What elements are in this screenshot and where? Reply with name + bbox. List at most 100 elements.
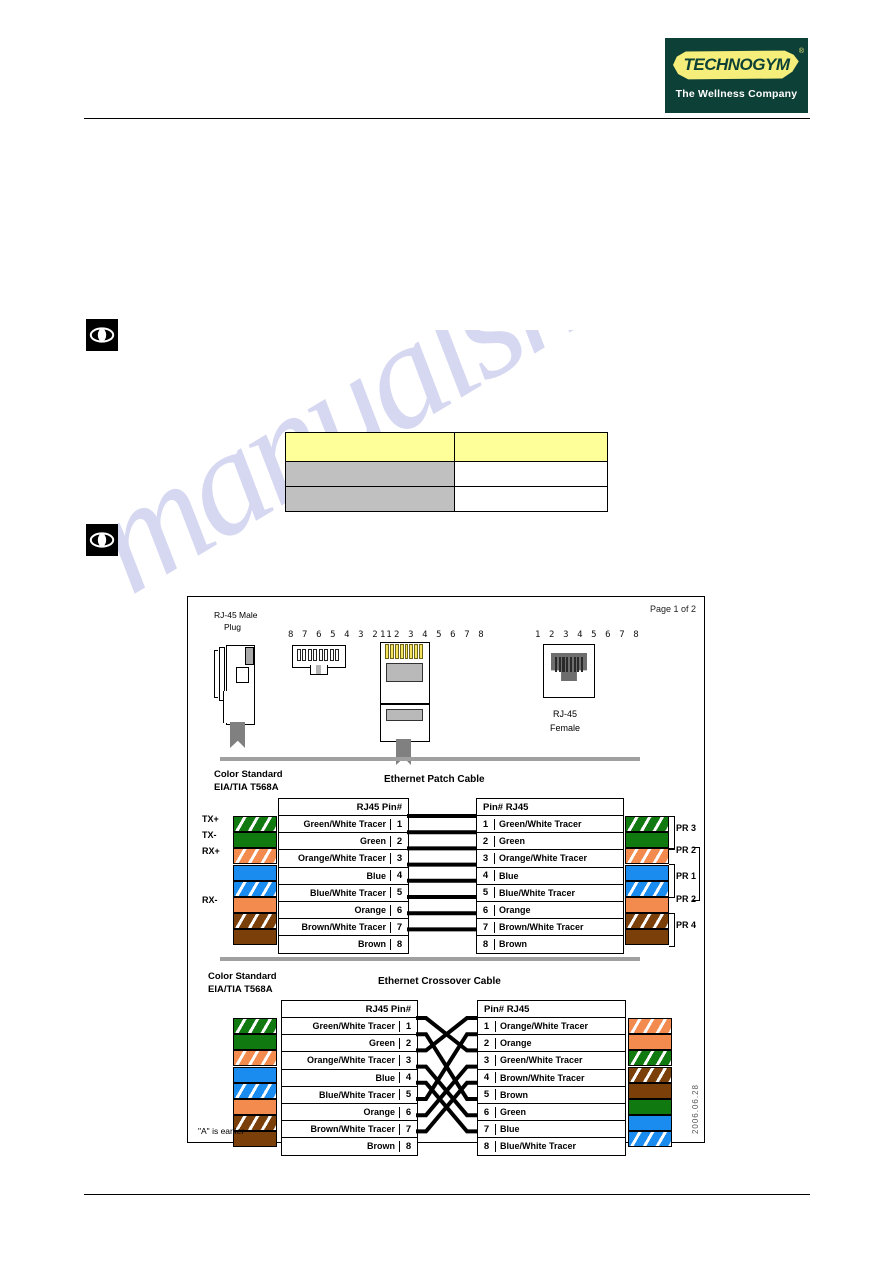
wire-pin-number: 5 <box>477 887 495 899</box>
table-header-cell <box>285 432 455 462</box>
wire-color-name: Brown/White Tracer <box>301 922 386 933</box>
wire-color-name: Blue/White Tracer <box>318 1089 395 1100</box>
wire-row: 5 Blue/White Tracer <box>477 885 623 902</box>
wire-row: 1 Orange/White Tracer <box>478 1018 625 1036</box>
wire-pin-number: 4 <box>399 1072 417 1084</box>
wire-pin-number: 2 <box>399 1037 417 1049</box>
pin-numbers-forward: 1 2 3 4 5 6 7 8 <box>380 630 486 640</box>
wire-color-name: Orange <box>500 1038 532 1049</box>
logo-wordmark: TECHNOGYM <box>673 50 799 80</box>
wire-color-swatch <box>628 1099 672 1115</box>
wire-row: 7 Blue <box>478 1121 625 1139</box>
wire-color-swatch <box>625 913 669 930</box>
wire-color-name: Orange <box>354 905 386 916</box>
wire-color-swatch <box>233 929 277 946</box>
wire-row: Blue/White Tracer 5 <box>279 885 408 902</box>
wire-color-swatch <box>625 848 669 865</box>
wire-color-name: Green <box>359 836 386 847</box>
wire-row: 4 Blue <box>477 868 623 885</box>
wire-color-swatch <box>233 913 277 930</box>
wire-color-swatch <box>625 864 669 881</box>
crossover-left-table: RJ45 Pin# Green/White Tracer 1 Green 2 Orang… <box>281 1000 418 1156</box>
table-header-cell <box>454 432 608 462</box>
wire-color-swatch <box>233 848 277 865</box>
wire-row: 2 Green <box>477 833 623 851</box>
wire-color-swatch <box>628 1131 672 1148</box>
wire-color-name: Blue/White Tracer <box>309 887 386 898</box>
wire-color-swatch <box>628 1050 672 1067</box>
pair-label: PR 4 <box>676 920 697 930</box>
wire-pin-number: 4 <box>477 870 495 882</box>
wire-color-name: Blue <box>375 1072 395 1083</box>
wire-pin-number: 5 <box>478 1089 496 1101</box>
wire-pin-number: 2 <box>477 835 495 847</box>
wire-row: 8 Blue/White Tracer <box>478 1138 625 1154</box>
wire-pin-number: 2 <box>478 1037 496 1049</box>
wire-color-swatch <box>625 929 669 946</box>
wire-color-name: Orange/White Tracer <box>499 853 588 864</box>
male-plug-label-2: Plug <box>224 622 242 632</box>
crossover-cable-title: Ethernet Crossover Cable <box>378 976 501 987</box>
table-label-cell <box>285 461 455 487</box>
wire-pin-number: 3 <box>399 1054 417 1066</box>
wire-color-name: Orange/White Tracer <box>297 853 386 864</box>
wire-row: Brown/White Tracer 7 <box>279 919 408 937</box>
wire-row: Orange 6 <box>279 902 408 920</box>
wire-color-name: Blue <box>500 1124 520 1135</box>
eye-icon <box>86 524 118 556</box>
patch-left-header-text: RJ45 Pin# <box>356 801 402 813</box>
wire-color-name: Blue/White Tracer <box>499 887 576 898</box>
crossover-wires <box>416 1016 477 1134</box>
wire-pin-number: 5 <box>390 887 408 899</box>
wire-pin-number: 8 <box>478 1140 496 1152</box>
rj45-wiring-diagram: Page 1 of 2 2006.06.28 RJ-45 Male Plug 8… <box>187 596 705 1156</box>
wire-row: 1 Green/White Tracer <box>477 816 623 834</box>
wire-color-name: Orange/White Tracer <box>306 1055 395 1066</box>
wire-pin-number: 6 <box>390 904 408 916</box>
wire-color-name: Orange <box>499 905 531 916</box>
wire-row: 4 Brown/White Tracer <box>478 1070 625 1087</box>
wire-color-name: Orange/White Tracer <box>500 1021 589 1032</box>
crossover-right-header-text: Pin# RJ45 <box>484 1003 530 1015</box>
wire-pin-number: 8 <box>477 938 495 950</box>
wire-row: Orange/White Tracer 3 <box>279 850 408 868</box>
wire-pin-number: 7 <box>390 921 408 933</box>
diagram-page-label: Page 1 of 2 <box>649 604 696 614</box>
table-value-cell <box>454 486 608 512</box>
wire-color-name: Brown <box>499 939 527 950</box>
crossover-left-table-header: RJ45 Pin# <box>282 1001 417 1018</box>
wire-color-swatch <box>233 864 277 881</box>
pair-dash <box>669 897 674 899</box>
rj45-male-plug-icon <box>214 645 256 748</box>
rj45-jack-icon <box>380 642 430 765</box>
wire-row: 8 Brown <box>477 936 623 952</box>
wire-row: Blue 4 <box>282 1070 417 1087</box>
crossover-left-header-text: RJ45 Pin# <box>365 1003 411 1015</box>
patch-right-header-text: Pin# RJ45 <box>483 801 529 813</box>
crossover-right-table: Pin# RJ45 1 Orange/White Tracer 2 Orange 3 Gr… <box>477 1000 626 1156</box>
wire-row: Green/White Tracer 1 <box>279 816 408 834</box>
wire-color-name: Green/White Tracer <box>312 1021 395 1032</box>
wire-color-swatch <box>233 1018 277 1034</box>
wire-pin-number: 2 <box>390 835 408 847</box>
wire-pin-number: 3 <box>390 852 408 864</box>
wire-pin-number: 7 <box>477 921 495 933</box>
wire-row: Green 2 <box>282 1035 417 1053</box>
diagram-date-stamp: 2006.06.28 <box>691 1083 700 1134</box>
signal-label: RX- <box>202 895 218 905</box>
table-label-cell <box>285 486 455 512</box>
wire-color-swatch <box>233 897 277 913</box>
wire-row: Brown/White Tracer 7 <box>282 1121 417 1139</box>
wire-color-swatch <box>233 1099 277 1115</box>
pair-bracket <box>669 913 675 948</box>
pin-numbers-reversed: 8 7 6 5 4 3 2 1 <box>288 630 394 640</box>
wire-pin-number: 3 <box>478 1054 496 1066</box>
wire-row: Green 2 <box>279 833 408 851</box>
signal-label: RX+ <box>202 846 220 857</box>
wire-pin-number: 1 <box>399 1020 417 1032</box>
document-page: manualshive.com TECHNOGYM ® The Wellness… <box>0 0 893 1263</box>
pair-dash <box>669 848 674 850</box>
footer-rule <box>84 1194 810 1195</box>
wire-pin-number: 8 <box>390 938 408 950</box>
female-label-1: RJ-45 <box>553 709 578 719</box>
